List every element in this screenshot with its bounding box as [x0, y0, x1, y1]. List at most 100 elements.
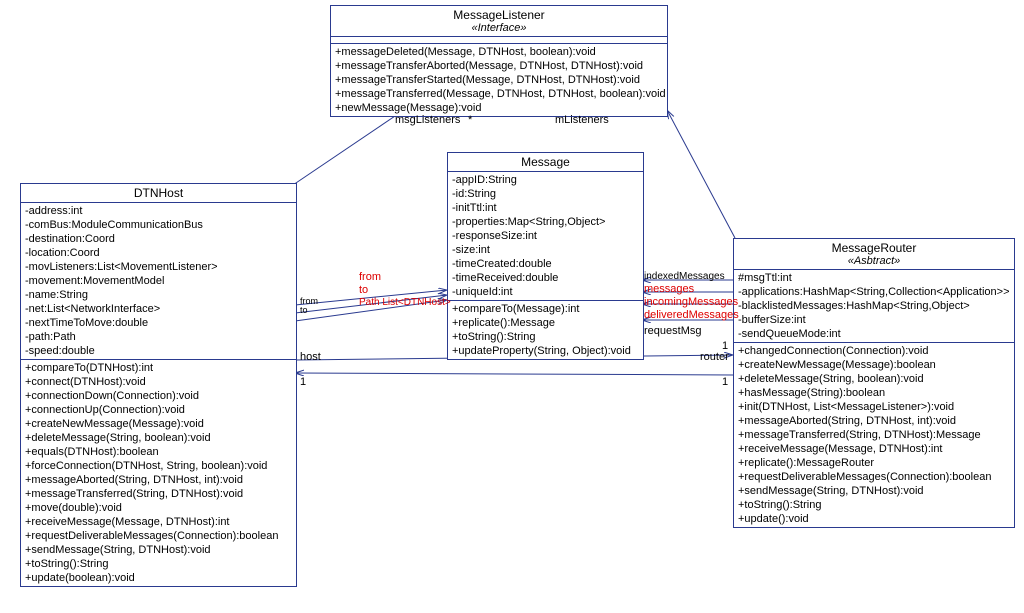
op: +sendMessage(String, DTNHost):void [25, 543, 292, 557]
op: +requestDeliverableMessages(Connection):… [738, 470, 1010, 484]
op: +compareTo(DTNHost):int [25, 361, 292, 375]
attr: -movement:MovementModel [25, 274, 292, 288]
attr: -path:Path [25, 330, 292, 344]
label-path: Path List<DTNHost> [359, 297, 451, 308]
op: +messageTransferred(String, DTNHost):Mes… [738, 428, 1010, 442]
attr: -blacklistedMessages:HashMap<String,Obje… [738, 299, 1010, 313]
op: +init(DTNHost, List<MessageListener>):vo… [738, 400, 1010, 414]
attrs-section: #msgTtl:int -applications:HashMap<String… [734, 270, 1014, 343]
stereotype: «Interface» [335, 22, 663, 34]
op: +hasMessage(String):boolean [738, 386, 1010, 400]
attr: -responseSize:int [452, 229, 639, 243]
op: +messageTransferred(Message, DTNHost, DT… [335, 87, 663, 101]
class-header: MessageRouter «Asbtract» [734, 239, 1014, 270]
op: +createNewMessage(Message):boolean [738, 358, 1010, 372]
attr: #msgTtl:int [738, 271, 1010, 285]
class-name: MessageListener [453, 8, 544, 22]
op: +receiveMessage(Message, DTNHost):int [738, 442, 1010, 456]
label-one1: 1 [300, 376, 306, 388]
attr: -nextTimeToMove:double [25, 316, 292, 330]
op: +messageAborted(String, DTNHost, int):vo… [25, 473, 292, 487]
attr: -net:List<NetworkInterface> [25, 302, 292, 316]
op: +connectionUp(Connection):void [25, 403, 292, 417]
class-messagelistener: MessageListener «Interface» +messageDele… [330, 5, 668, 117]
attr: -location:Coord [25, 246, 292, 260]
attr: -applications:HashMap<String,Collection<… [738, 285, 1010, 299]
attr: -appID:String [452, 173, 639, 187]
label-messages: messages [644, 283, 694, 295]
op: +messageAborted(String, DTNHost, int):vo… [738, 414, 1010, 428]
class-messagerouter: MessageRouter «Asbtract» #msgTtl:int -ap… [733, 238, 1015, 528]
op: +receiveMessage(Message, DTNHost):int [25, 515, 292, 529]
op: +compareTo(Message):int [452, 302, 639, 316]
attr: -properties:Map<String,Object> [452, 215, 639, 229]
attr: -name:String [25, 288, 292, 302]
attr: -timeReceived:double [452, 271, 639, 285]
class-header: Message [448, 153, 643, 172]
attr: -size:int [452, 243, 639, 257]
attr: -initTtl:int [452, 201, 639, 215]
attr: -id:String [452, 187, 639, 201]
label-star: * [468, 114, 472, 126]
op: +update():void [738, 512, 1010, 526]
label-incoming: incomingMessages [644, 296, 738, 308]
class-header: DTNHost [21, 184, 296, 203]
op: +connectionDown(Connection):void [25, 389, 292, 403]
ops-section: +compareTo(DTNHost):int +connect(DTNHost… [21, 360, 296, 586]
op: +toString():String [738, 498, 1010, 512]
label-delivered: deliveredMessages [644, 309, 739, 321]
attr: -movListeners:List<MovementListener> [25, 260, 292, 274]
label-one2: 1 [722, 340, 728, 352]
stereotype: «Asbtract» [738, 255, 1010, 267]
class-dtnhost: DTNHost -address:int -comBus:ModuleCommu… [20, 183, 297, 587]
attr: -comBus:ModuleCommunicationBus [25, 218, 292, 232]
attr: -address:int [25, 204, 292, 218]
attr: -uniqueId:int [452, 285, 639, 299]
op: +replicate():MessageRouter [738, 456, 1010, 470]
op: +sendMessage(String, DTNHost):void [738, 484, 1010, 498]
op: +createNewMessage(Message):void [25, 417, 292, 431]
label-msglisteners: msgListeners [395, 114, 460, 126]
attrs-section-empty [331, 37, 667, 44]
attr: -timeCreated:double [452, 257, 639, 271]
op: +messageTransferred(String, DTNHost):voi… [25, 487, 292, 501]
attrs-section: -appID:String -id:String -initTtl:int -p… [448, 172, 643, 301]
label-host: host [300, 351, 321, 363]
ops-section: +compareTo(Message):int +replicate():Mes… [448, 301, 643, 359]
op: +connect(DTNHost):void [25, 375, 292, 389]
op: +messageDeleted(Message, DTNHost, boolea… [335, 45, 663, 59]
op: +updateProperty(String, Object):void [452, 344, 639, 358]
op: +deleteMessage(String, boolean):void [25, 431, 292, 445]
op: +requestDeliverableMessages(Connection):… [25, 529, 292, 543]
label-to: to [359, 284, 368, 296]
attrs-section: -address:int -comBus:ModuleCommunication… [21, 203, 296, 360]
op: +toString():String [25, 557, 292, 571]
class-name: MessageRouter [832, 241, 917, 255]
op: +equals(DTNHost):boolean [25, 445, 292, 459]
attr: -speed:double [25, 344, 292, 358]
op: +forceConnection(DTNHost, String, boolea… [25, 459, 292, 473]
op: +toString():String [452, 330, 639, 344]
label-one3: 1 [722, 376, 728, 388]
op: +deleteMessage(String, boolean):void [738, 372, 1010, 386]
class-message: Message -appID:String -id:String -initTt… [447, 152, 644, 360]
op: +changedConnection(Connection):void [738, 344, 1010, 358]
attr: -destination:Coord [25, 232, 292, 246]
ops-section: +messageDeleted(Message, DTNHost, boolea… [331, 44, 667, 116]
label-overlap: indexedMessages [644, 271, 725, 282]
ops-section: +changedConnection(Connection):void +cre… [734, 343, 1014, 527]
label-fromto-stack: from to [300, 297, 318, 315]
op: +messageTransferAborted(Message, DTNHost… [335, 59, 663, 73]
op: +replicate():Message [452, 316, 639, 330]
class-name: DTNHost [134, 186, 183, 200]
op: +move(double):void [25, 501, 292, 515]
class-header: MessageListener «Interface» [331, 6, 667, 37]
label-router: router [700, 351, 729, 363]
op: +newMessage(Message):void [335, 101, 663, 115]
attr: -bufferSize:int [738, 313, 1010, 327]
class-name: Message [521, 155, 570, 169]
label-from: from [359, 271, 381, 283]
label-requestmsg: requestMsg [644, 325, 701, 337]
op: +update(boolean):void [25, 571, 292, 585]
op: +messageTransferStarted(Message, DTNHost… [335, 73, 663, 87]
